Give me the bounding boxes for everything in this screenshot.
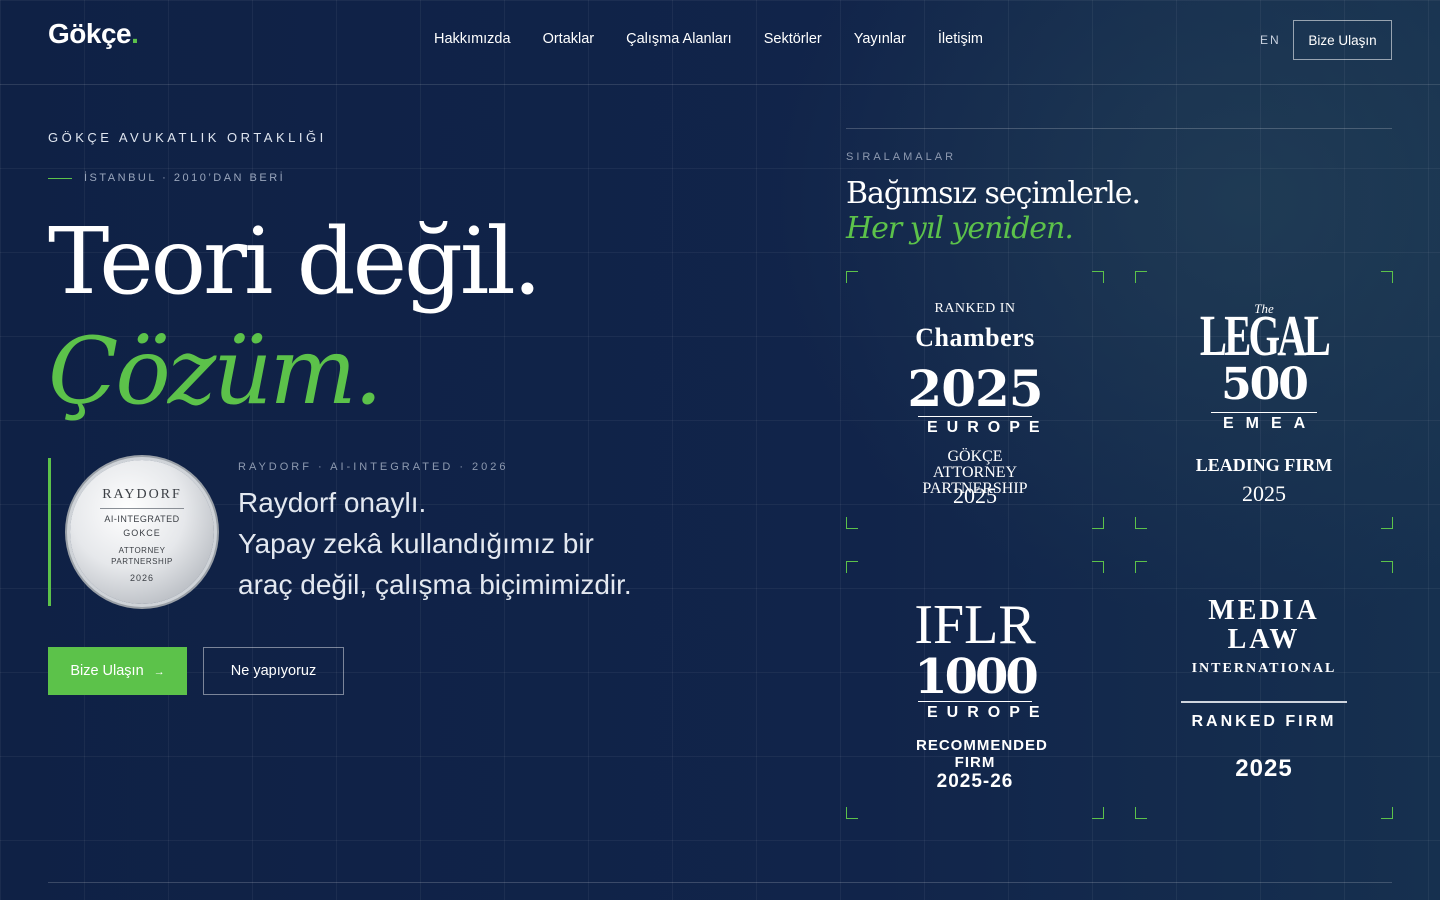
nav-item-hakkimizda[interactable]: Hakkımızda bbox=[434, 31, 511, 47]
nav-item-ortaklar[interactable]: Ortaklar bbox=[543, 31, 595, 47]
corner-mark bbox=[1381, 807, 1393, 819]
seal-line-2: GOKCE bbox=[123, 528, 161, 538]
seal-divider bbox=[100, 508, 184, 509]
page: Gökçe. Hakkımızda Ortaklar Çalışma Alanl… bbox=[0, 0, 1440, 900]
raydorf-label: RAYDORF · AI-INTEGRATED · 2026 bbox=[238, 461, 509, 473]
hero-sub-eyebrow-text: İSTANBUL · 2010’DAN BERİ bbox=[84, 172, 286, 184]
legal500-status: LEADING FIRM bbox=[1195, 455, 1333, 475]
ranking-card-media-law: MEDIA LAW INTERNATIONAL RANKED FIRM 2025 bbox=[1135, 561, 1393, 819]
media-law-year: 2025 bbox=[1235, 755, 1293, 782]
corner-mark bbox=[1381, 271, 1393, 283]
corner-mark bbox=[1092, 807, 1104, 819]
seal-line-3a: ATTORNEY bbox=[118, 546, 166, 555]
raydorf-seal: RAYDORF AI-INTEGRATED GOKCE ATTORNEY PAR… bbox=[70, 460, 214, 604]
iflr-name: IFLR bbox=[914, 594, 1036, 656]
rankings-divider bbox=[846, 128, 1392, 129]
chambers-firm-year: 2025 bbox=[953, 483, 997, 508]
corner-mark bbox=[1092, 271, 1104, 283]
ranking-card-iflr: IFLR 1000 EUROPE RECOMMENDED FIRM 2025-2… bbox=[846, 561, 1104, 819]
hero-sub-eyebrow: İSTANBUL · 2010’DAN BERİ bbox=[48, 172, 285, 184]
raydorf-text: Raydorf onaylı. Yapay zekâ kullandığımız… bbox=[238, 482, 758, 605]
nav-item-iletisim[interactable]: İletişim bbox=[938, 31, 983, 47]
contact-button-header[interactable]: Bize Ulaşın bbox=[1293, 20, 1392, 60]
legal500-legal: LEGAL bbox=[1199, 303, 1331, 368]
accent-line bbox=[48, 177, 72, 179]
corner-mark bbox=[1135, 271, 1147, 283]
raydorf-text-line-1: Raydorf onaylı. bbox=[238, 487, 427, 518]
hero-headline: Teori değil. bbox=[48, 208, 542, 315]
nav-item-sektorler[interactable]: Sektörler bbox=[764, 31, 822, 47]
iflr-number: 1000 bbox=[914, 649, 1039, 705]
hero-eyebrow: GÖKÇE AVUKATLIK ORTAKLIĞI bbox=[48, 130, 327, 145]
header-divider bbox=[0, 84, 1440, 85]
nav-item-yayinlar[interactable]: Yayınlar bbox=[854, 31, 906, 47]
arrow-right-icon: → bbox=[153, 666, 165, 678]
chambers-year: 2025 bbox=[907, 359, 1043, 418]
footer-divider bbox=[48, 882, 1392, 883]
seal-line-1: AI-INTEGRATED bbox=[104, 514, 180, 524]
main-nav: Hakkımızda Ortaklar Çalışma Alanları Sek… bbox=[434, 31, 983, 47]
chambers-name: Chambers bbox=[915, 323, 1035, 352]
legal500-number: 500 bbox=[1221, 359, 1309, 410]
hero-headline-accent: Çözüm. bbox=[48, 318, 383, 425]
ranking-card-legal500: The LEGAL 500 EMEA LEADING FIRM 2025 bbox=[1135, 271, 1393, 529]
ranking-card-chambers: RANKED IN Chambers 2025 EUROPE GÖKÇE ATT… bbox=[846, 271, 1104, 529]
logo-dot: . bbox=[131, 18, 139, 49]
chambers-region: EUROPE bbox=[918, 416, 1040, 437]
raydorf-text-line-2: Yapay zekâ kullandığımız bir bbox=[238, 528, 594, 559]
logo[interactable]: Gökçe. bbox=[48, 18, 139, 50]
rankings-subtitle: Her yıl yeniden. bbox=[846, 211, 1074, 246]
media-law-rule bbox=[1181, 701, 1347, 703]
corner-mark bbox=[846, 561, 858, 573]
seal-line-3: ATTORNEY PARTNERSHIP bbox=[70, 546, 214, 568]
contact-button[interactable]: Bize Ulaşın → bbox=[48, 647, 187, 695]
legal500-region: EMEA bbox=[1211, 412, 1317, 433]
corner-mark bbox=[1092, 561, 1104, 573]
corner-mark bbox=[1135, 807, 1147, 819]
corner-mark bbox=[1381, 561, 1393, 573]
legal500-year: 2025 bbox=[1242, 481, 1286, 506]
seal-title: RAYDORF bbox=[102, 487, 182, 502]
raydorf-text-line-3: araç değil, çalışma biçimimizdir. bbox=[238, 569, 632, 600]
corner-mark bbox=[1092, 517, 1104, 529]
corner-mark bbox=[1135, 517, 1147, 529]
language-switch[interactable]: EN bbox=[1260, 33, 1281, 47]
logo-text: Gökçe bbox=[48, 18, 132, 49]
contact-button-label: Bize Ulaşın bbox=[70, 663, 144, 679]
raydorf-block: RAYDORF AI-INTEGRATED GOKCE ATTORNEY PAR… bbox=[48, 458, 748, 608]
what-we-do-button[interactable]: Ne yapıyoruz bbox=[203, 647, 344, 695]
media-law-line-3: INTERNATIONAL bbox=[1191, 661, 1337, 676]
seal-line-3b: PARTNERSHIP bbox=[111, 556, 173, 566]
seal-year: 2026 bbox=[129, 573, 155, 583]
rankings-title: Bağımsız seçimlerle. bbox=[846, 176, 1141, 211]
accent-bar bbox=[48, 458, 51, 606]
rankings-eyebrow: SIRALAMALAR bbox=[846, 151, 957, 163]
chambers-ranked-in: RANKED IN bbox=[934, 301, 1016, 316]
corner-mark bbox=[846, 807, 858, 819]
corner-mark bbox=[846, 271, 858, 283]
corner-mark bbox=[1381, 517, 1393, 529]
iflr-year: 2025-26 bbox=[936, 771, 1014, 792]
corner-mark bbox=[846, 517, 858, 529]
iflr-status: RECOMMENDED FIRM bbox=[916, 737, 1048, 771]
media-law-line-2: LAW bbox=[1227, 624, 1301, 655]
iflr-region: EUROPE bbox=[918, 701, 1040, 722]
corner-mark bbox=[1135, 561, 1147, 573]
nav-item-calisma-alanlari[interactable]: Çalışma Alanları bbox=[626, 31, 732, 47]
media-law-status: RANKED FIRM bbox=[1191, 713, 1337, 730]
media-law-line-1: MEDIA bbox=[1208, 595, 1320, 626]
